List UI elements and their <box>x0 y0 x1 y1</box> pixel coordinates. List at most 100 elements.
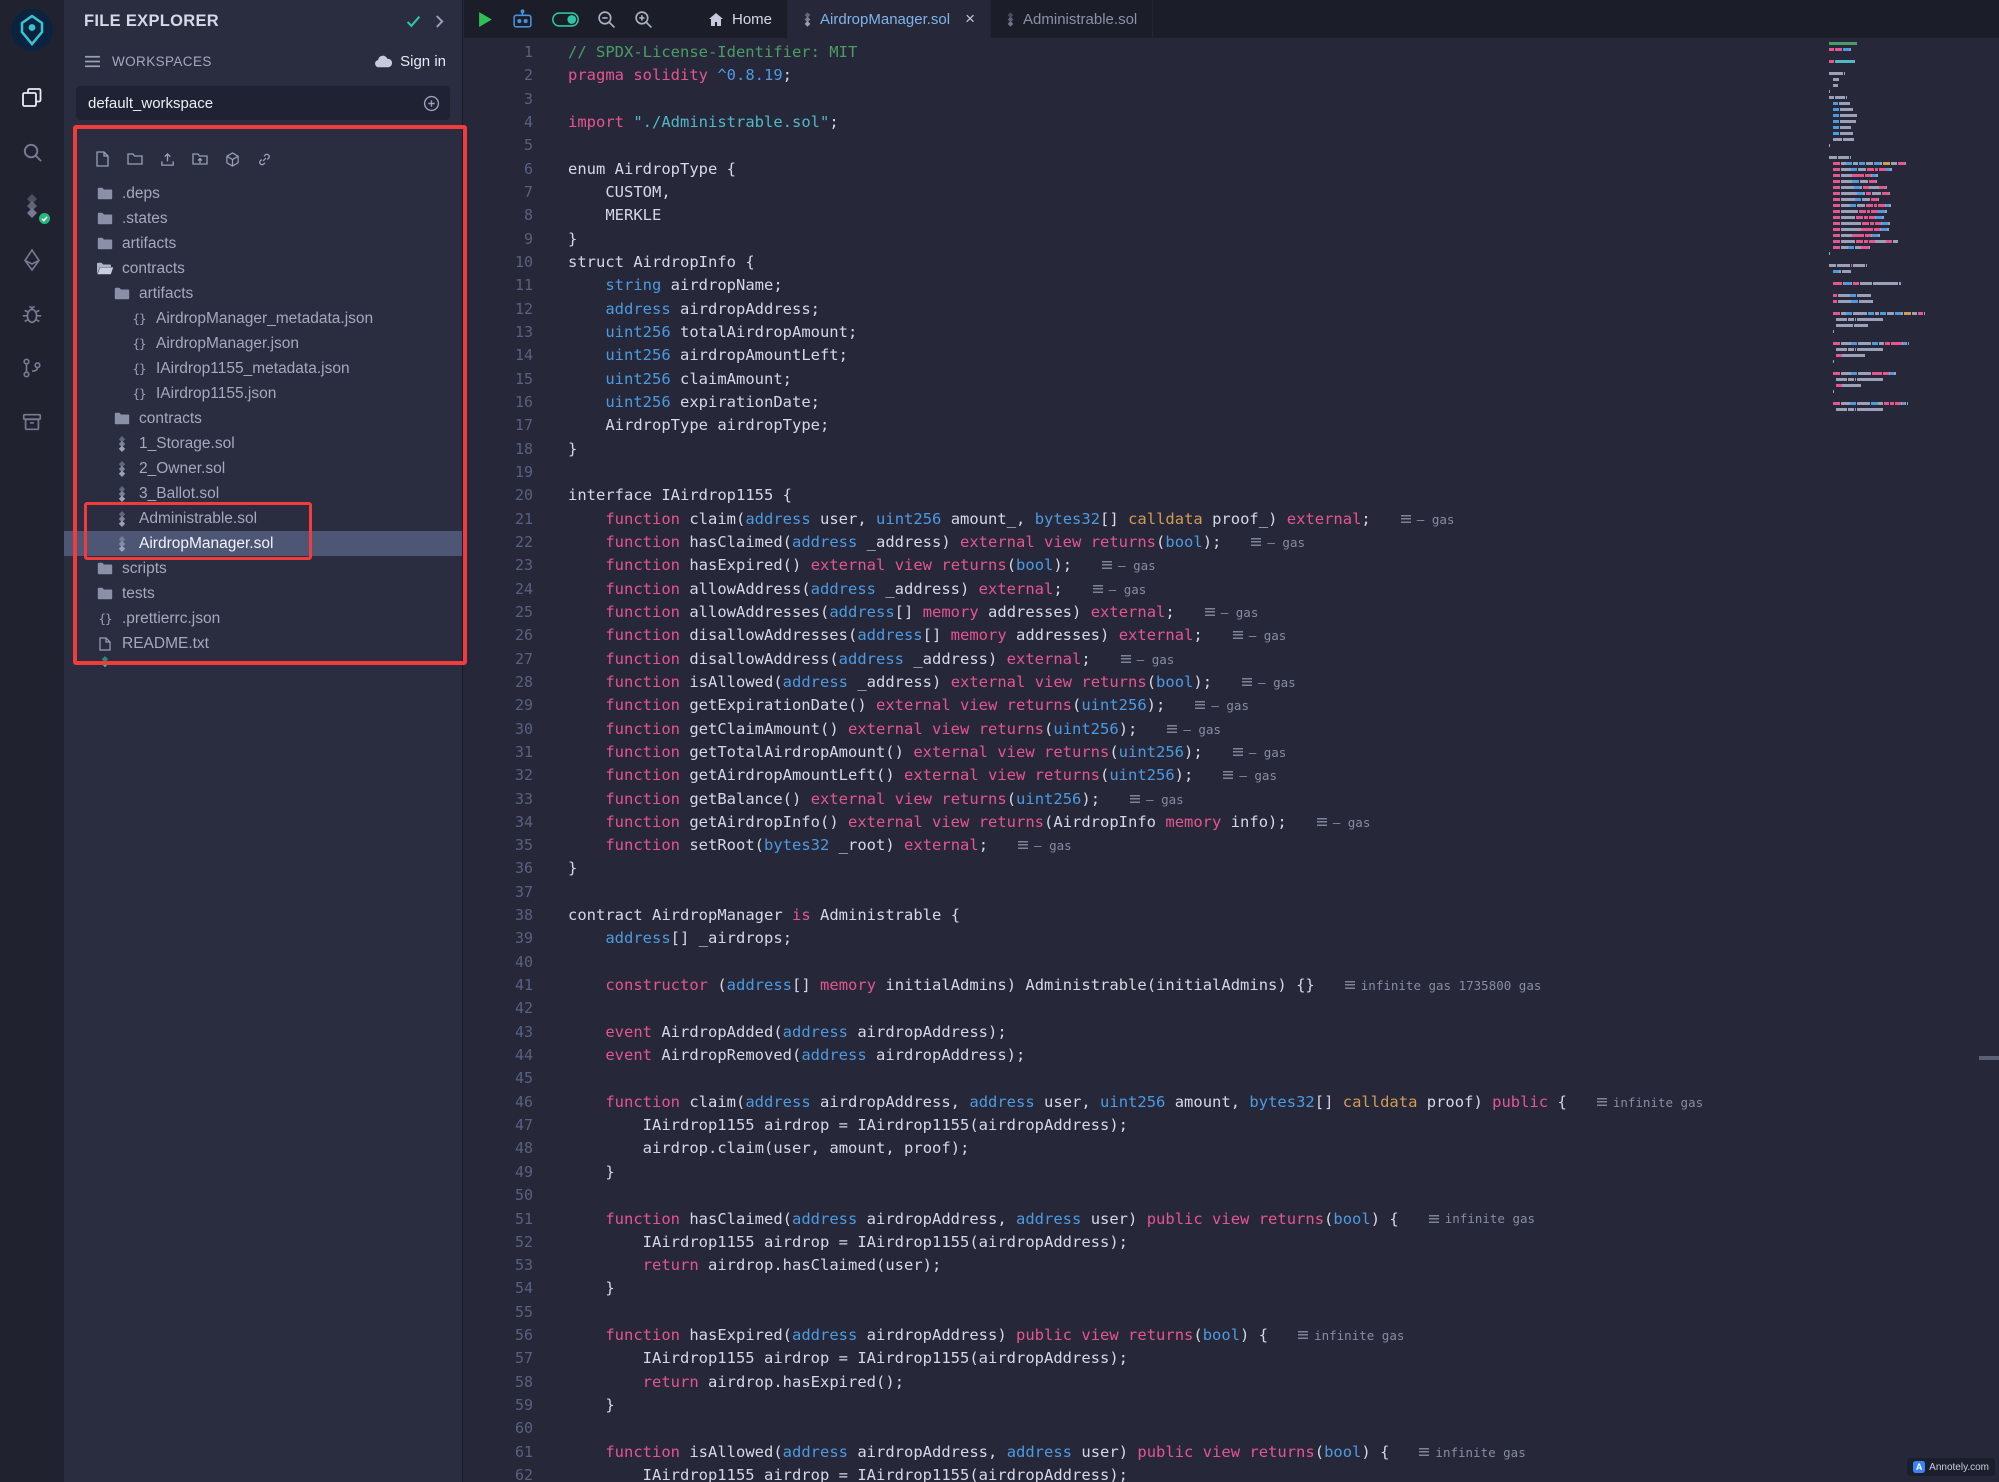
workspace-select[interactable]: default_workspace <box>76 86 450 120</box>
code-line[interactable]: 32 function getAirdropAmountLeft() exter… <box>464 764 1999 787</box>
code-line[interactable]: 14 uint256 airdropAmountLeft; <box>464 344 1999 367</box>
code-line[interactable]: 2pragma solidity ^0.8.19; <box>464 64 1999 87</box>
tree-item-1-storage-sol[interactable]: 1_Storage.sol <box>64 431 462 456</box>
code-line[interactable]: 35 function setRoot(bytes32 _root) exter… <box>464 834 1999 857</box>
line-number[interactable]: 18 <box>464 438 533 461</box>
zoom-out-button[interactable] <box>597 10 616 29</box>
code-line[interactable]: 31 function getTotalAirdropAmount() exte… <box>464 741 1999 764</box>
code-line[interactable]: 56 function hasExpired(address airdropAd… <box>464 1324 1999 1347</box>
code-line[interactable]: 54 } <box>464 1277 1999 1300</box>
line-number[interactable]: 32 <box>464 764 533 787</box>
zoom-in-button[interactable] <box>634 10 653 29</box>
git-icon[interactable] <box>0 341 64 395</box>
code-line[interactable]: 45 <box>464 1067 1999 1090</box>
code-line[interactable]: 29 function getExpirationDate() external… <box>464 694 1999 717</box>
editor-toggle-switch[interactable] <box>552 12 579 27</box>
line-number[interactable]: 56 <box>464 1324 533 1347</box>
line-number[interactable]: 59 <box>464 1394 533 1417</box>
new-folder-icon[interactable] <box>127 152 143 166</box>
code-line[interactable]: 41 constructor (address[] memory initial… <box>464 974 1999 997</box>
line-number[interactable]: 34 <box>464 811 533 834</box>
code-line[interactable]: 43 event AirdropAdded(address airdropAdd… <box>464 1021 1999 1044</box>
line-number[interactable]: 37 <box>464 881 533 904</box>
tree-item-airdropmanager-metadata-json[interactable]: {}AirdropManager_metadata.json <box>64 306 462 331</box>
line-number[interactable]: 16 <box>464 391 533 414</box>
code-line[interactable]: 42 <box>464 997 1999 1020</box>
code-line[interactable]: 25 function allowAddresses(address[] mem… <box>464 601 1999 624</box>
code-line[interactable]: 1// SPDX-License-Identifier: MIT <box>464 41 1999 64</box>
minimap[interactable] <box>1829 42 1935 414</box>
run-script-button[interactable] <box>478 11 493 28</box>
line-number[interactable]: 8 <box>464 204 533 227</box>
tree-item-administrable-sol[interactable]: Administrable.sol <box>64 506 462 531</box>
line-number[interactable]: 58 <box>464 1371 533 1394</box>
code-line[interactable]: 39 address[] _airdrops; <box>464 927 1999 950</box>
line-number[interactable]: 55 <box>464 1301 533 1324</box>
tree-item-artifacts[interactable]: artifacts <box>64 281 462 306</box>
line-number[interactable]: 31 <box>464 741 533 764</box>
code-line[interactable]: 58 return airdrop.hasExpired(); <box>464 1371 1999 1394</box>
link-icon[interactable] <box>257 152 272 167</box>
new-file-icon[interactable] <box>96 151 110 167</box>
code-line[interactable]: 59 } <box>464 1394 1999 1417</box>
code-line[interactable]: 46 function claim(address airdropAddress… <box>464 1091 1999 1114</box>
code-line[interactable]: 10struct AirdropInfo { <box>464 251 1999 274</box>
line-number[interactable]: 33 <box>464 788 533 811</box>
workspace-options-icon[interactable] <box>423 95 440 112</box>
chevron-right-icon[interactable] <box>435 15 444 28</box>
line-number[interactable]: 26 <box>464 624 533 647</box>
line-number[interactable]: 47 <box>464 1114 533 1137</box>
line-number[interactable]: 29 <box>464 694 533 717</box>
code-line[interactable]: 49 } <box>464 1161 1999 1184</box>
line-number[interactable]: 15 <box>464 368 533 391</box>
code-line[interactable]: 22 function hasClaimed(address _address)… <box>464 531 1999 554</box>
code-line[interactable]: 50 <box>464 1184 1999 1207</box>
code-line[interactable]: 27 function disallowAddress(address _add… <box>464 648 1999 671</box>
code-line[interactable]: 21 function claim(address user, uint256 … <box>464 508 1999 531</box>
tree-item--states[interactable]: .states <box>64 206 462 231</box>
line-number[interactable]: 48 <box>464 1137 533 1160</box>
plugin-manager-icon[interactable] <box>0 395 64 449</box>
code-line[interactable]: 15 uint256 claimAmount; <box>464 368 1999 391</box>
code-line[interactable]: 6enum AirdropType { <box>464 158 1999 181</box>
tree-item-tests[interactable]: tests <box>64 581 462 606</box>
line-number[interactable]: 5 <box>464 134 533 157</box>
line-number[interactable]: 28 <box>464 671 533 694</box>
close-tab-icon[interactable]: × <box>965 9 975 29</box>
tree-item-contracts[interactable]: contracts <box>64 256 462 281</box>
search-icon[interactable] <box>0 125 64 179</box>
line-number[interactable]: 22 <box>464 531 533 554</box>
line-number[interactable]: 38 <box>464 904 533 927</box>
line-number[interactable]: 43 <box>464 1021 533 1044</box>
tree-item-airdropmanager-sol[interactable]: AirdropManager.sol <box>64 531 462 556</box>
code-line[interactable]: 3 <box>464 88 1999 111</box>
code-line[interactable]: 47 IAirdrop1155 airdrop = IAirdrop1155(a… <box>464 1114 1999 1137</box>
line-number[interactable]: 60 <box>464 1417 533 1440</box>
line-number[interactable]: 21 <box>464 508 533 531</box>
remix-logo-icon[interactable] <box>10 8 54 57</box>
line-number[interactable]: 19 <box>464 461 533 484</box>
tree-item-3-ballot-sol[interactable]: 3_Ballot.sol <box>64 481 462 506</box>
code-line[interactable]: 8 MERKLE <box>464 204 1999 227</box>
code-line[interactable]: 53 return airdrop.hasClaimed(user); <box>464 1254 1999 1277</box>
line-number[interactable]: 10 <box>464 251 533 274</box>
line-number[interactable]: 6 <box>464 158 533 181</box>
line-number[interactable]: 30 <box>464 718 533 741</box>
code-line[interactable]: 52 IAirdrop1155 airdrop = IAirdrop1155(a… <box>464 1231 1999 1254</box>
code-line[interactable]: 40 <box>464 951 1999 974</box>
code-line[interactable]: 48 airdrop.claim(user, amount, proof); <box>464 1137 1999 1160</box>
code-line[interactable]: 17 AirdropType airdropType; <box>464 414 1999 437</box>
tree-item-partial[interactable] <box>64 656 462 667</box>
tree-item-airdropmanager-json[interactable]: {}AirdropManager.json <box>64 331 462 356</box>
code-line[interactable]: 13 uint256 totalAirdropAmount; <box>464 321 1999 344</box>
code-line[interactable]: 24 function allowAddress(address _addres… <box>464 578 1999 601</box>
tree-item-readme-txt[interactable]: README.txt <box>64 631 462 656</box>
sign-in-button[interactable]: Sign in <box>374 53 446 70</box>
code-line[interactable]: 30 function getClaimAmount() external vi… <box>464 718 1999 741</box>
line-number[interactable]: 4 <box>464 111 533 134</box>
code-line[interactable]: 38contract AirdropManager is Administrab… <box>464 904 1999 927</box>
line-number[interactable]: 7 <box>464 181 533 204</box>
code-line[interactable]: 36} <box>464 857 1999 880</box>
code-line[interactable]: 60 <box>464 1417 1999 1440</box>
code-line[interactable]: 51 function hasClaimed(address airdropAd… <box>464 1207 1999 1230</box>
